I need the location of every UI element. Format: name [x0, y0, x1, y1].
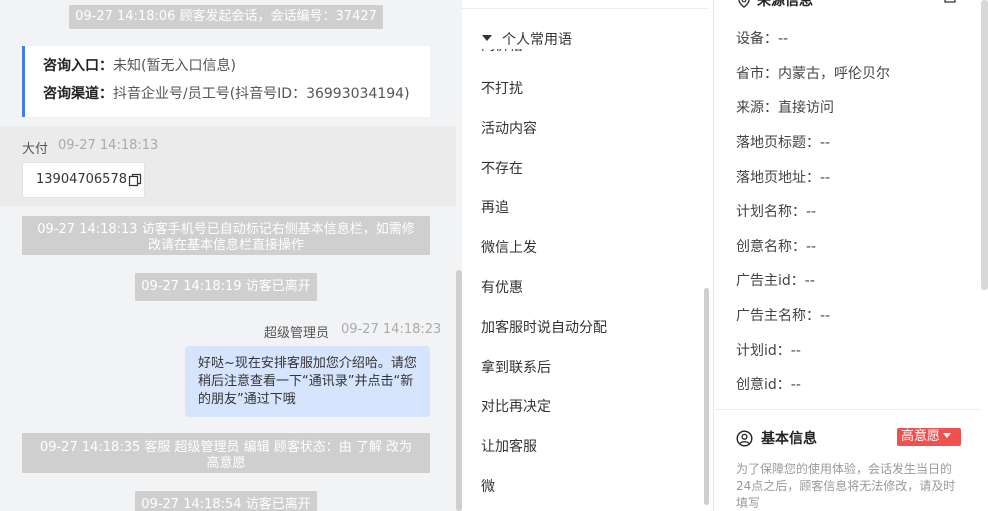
agent-name: 超级管理员 [264, 326, 330, 341]
phrases-panel: 问价格 个人常用语 不打扰 活动内容 不存在 再追 微信上发 有优惠 加客服时说… [462, 0, 714, 511]
info-landing-title: 落地页标题：-- [736, 135, 831, 151]
visitor-message-time: 09-27 14:18:13 [58, 138, 159, 153]
consult-channel-row: 咨询渠道：抖音企业号/员工号(抖音号ID：36993034194) [43, 86, 430, 102]
visitor-message-bubble[interactable]: 13904706578 [22, 162, 145, 198]
phrase-item[interactable]: 对比再决定 [481, 396, 551, 416]
info-device: 设备：-- [736, 31, 789, 47]
info-scrollbar-thumb[interactable] [981, 0, 988, 290]
system-message-session-start: 09-27 14:18:06 顾客发起会话，会话编号：37427 [69, 5, 383, 29]
consult-entry-label: 咨询入口： [43, 58, 113, 74]
consult-entry-row: 咨询入口：未知(暂无入口信息) [43, 58, 430, 74]
consult-entry-value: 未知(暂无入口信息) [113, 58, 236, 74]
info-advertiser-id: 广告主id：-- [736, 273, 815, 289]
phrase-item[interactable]: 有优惠 [481, 277, 523, 297]
visitor-info-panel: 来源信息 设备：-- 省市：内蒙古，呼伦贝尔 来源：直接访问 落地页标题：-- … [715, 0, 988, 511]
phrase-item[interactable]: 拿到联系后 [481, 357, 551, 377]
agent-message-time: 09-27 14:18:23 [341, 322, 442, 337]
system-message-visitor-left: 09-27 14:18:54 访客已离开 [135, 491, 317, 511]
intent-status-dropdown[interactable]: 高意愿 [897, 428, 961, 446]
phrase-item[interactable]: 再追 [481, 197, 509, 217]
caret-down-icon [943, 433, 952, 438]
phrase-item[interactable]: 不打扰 [481, 78, 523, 98]
location-pin-icon [738, 0, 750, 8]
phrases-top-divider [462, 8, 708, 9]
edit-icon[interactable] [943, 0, 957, 4]
source-info-title: 来源信息 [757, 0, 813, 9]
visitor-message-text: 13904706578 [36, 172, 127, 187]
system-message-phone-marked: 09-27 14:18:13 访客手机号已自动标记右侧基本信息栏，如需修改请在基… [22, 216, 430, 255]
phrases-scrollbar-thumb[interactable] [704, 288, 709, 505]
agent-message-bubble: 好哒~现在安排客服加您介绍哈。请您稍后注意查看一下“通讯录”并点击“新的朋友”通… [185, 346, 430, 417]
source-info-header: 来源信息 [737, 0, 813, 10]
info-source: 来源：直接访问 [736, 100, 834, 116]
chat-panel: 09-27 14:18:06 顾客发起会话，会话编号：37427 咨询入口：未知… [0, 0, 462, 511]
copy-icon[interactable] [128, 173, 142, 187]
info-region: 省市：内蒙古，呼伦贝尔 [736, 66, 890, 82]
info-creative-name: 创意名称：-- [736, 239, 817, 255]
visitor-name: 大付 [22, 142, 49, 157]
consult-channel-value: 抖音企业号/员工号(抖音号ID：36993034194) [113, 86, 410, 102]
phrase-item[interactable]: 加客服时说自动分配 [481, 317, 607, 337]
info-landing-url: 落地页地址：-- [736, 170, 831, 186]
consult-channel-label: 咨询渠道： [43, 86, 113, 102]
phrase-item[interactable]: 活动内容 [481, 118, 537, 138]
intent-status-label: 高意愿 [901, 429, 941, 444]
phrase-group-header[interactable]: 个人常用语 [482, 29, 572, 49]
phrase-group-title: 个人常用语 [502, 32, 572, 48]
phrase-item[interactable]: 微 [481, 476, 495, 496]
phrase-item[interactable]: 微信上发 [481, 237, 537, 257]
info-section-divider [715, 409, 981, 410]
info-advertiser-name: 广告主名称：-- [736, 308, 831, 324]
info-creative-id: 创意id：-- [736, 377, 801, 393]
basic-info-title: 基本信息 [761, 431, 817, 447]
consult-info-card: 咨询入口：未知(暂无入口信息) 咨询渠道：抖音企业号/员工号(抖音号ID：369… [22, 46, 430, 117]
edit-deadline-notice: 为了保障您的使用体验，会话发生当日的24点之后，顾客信息将无法修改，请及时填写 [736, 462, 956, 510]
info-plan-id: 计划id：-- [736, 343, 801, 359]
system-message-visitor-left: 09-27 14:18:19 访客已离开 [135, 273, 317, 301]
phrase-item[interactable]: 让加客服 [481, 436, 537, 456]
basic-info-header: 基本信息 [736, 428, 817, 448]
user-circle-icon [736, 429, 753, 447]
system-message-status-change: 09-27 14:18:35 客服 超级管理员 编辑 顾客状态：由 了解 改为 … [22, 433, 430, 473]
phrase-item[interactable]: 不存在 [481, 158, 523, 178]
info-plan-name: 计划名称：-- [736, 204, 817, 220]
triangle-down-icon [482, 35, 492, 41]
